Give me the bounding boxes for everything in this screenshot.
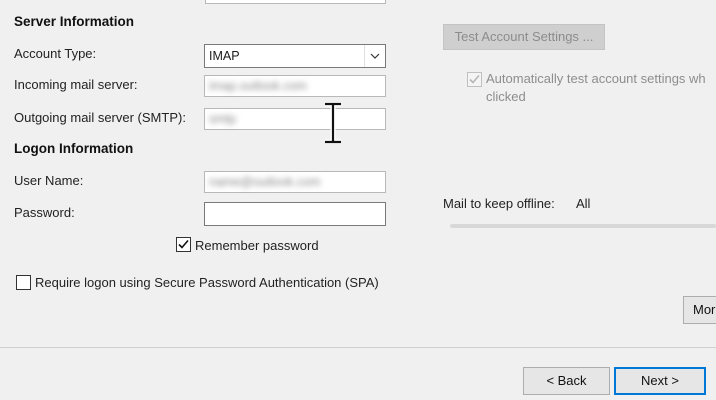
auto-test-label-line2: clicked: [486, 89, 526, 104]
auto-test-label-line1: Automatically test account settings wh: [486, 71, 706, 86]
mail-offline-label: Mail to keep offline:: [443, 196, 555, 211]
account-type-value: IMAP: [209, 49, 240, 63]
checkmark-icon: [469, 74, 480, 84]
top-cut-field[interactable]: [205, 0, 386, 4]
username-value: name@outlook.com: [209, 175, 321, 189]
remember-password-checkbox[interactable]: [176, 237, 191, 252]
checkmark-icon: [178, 239, 189, 249]
incoming-server-value: imap.outlook.com: [209, 79, 307, 93]
account-settings-dialog: Server Information Account Type: IMAP In…: [0, 0, 716, 400]
password-label: Password:: [14, 205, 75, 220]
footer-divider: [0, 347, 716, 348]
remember-password-label[interactable]: Remember password: [195, 238, 319, 253]
spa-checkbox[interactable]: [16, 275, 31, 290]
server-info-title: Server Information: [14, 14, 135, 29]
username-input[interactable]: name@outlook.com: [204, 171, 386, 193]
incoming-server-input[interactable]: imap.outlook.com: [204, 75, 386, 97]
logon-info-title: Logon Information: [14, 141, 134, 156]
account-type-select[interactable]: IMAP: [204, 44, 386, 68]
text-cursor-icon: [322, 101, 344, 147]
offline-slider-track[interactable]: [450, 224, 716, 228]
next-button[interactable]: Next >: [614, 367, 706, 395]
outgoing-server-value: smtp: [209, 112, 237, 126]
mail-offline-value: All: [576, 196, 591, 211]
auto-test-checkbox[interactable]: [467, 72, 482, 87]
outgoing-server-input[interactable]: smtp: [204, 108, 386, 130]
spa-label[interactable]: Require logon using Secure Password Auth…: [35, 275, 379, 290]
back-button[interactable]: < Back: [523, 367, 610, 395]
test-account-settings-button[interactable]: Test Account Settings ...: [443, 24, 605, 50]
username-label: User Name:: [14, 173, 84, 188]
more-settings-button[interactable]: Mor: [683, 296, 716, 324]
outgoing-server-label: Outgoing mail server (SMTP):: [14, 110, 186, 125]
password-input[interactable]: [204, 202, 386, 226]
account-type-label: Account Type:: [14, 46, 97, 61]
incoming-server-label: Incoming mail server:: [14, 77, 138, 92]
chevron-down-icon[interactable]: [364, 45, 385, 67]
